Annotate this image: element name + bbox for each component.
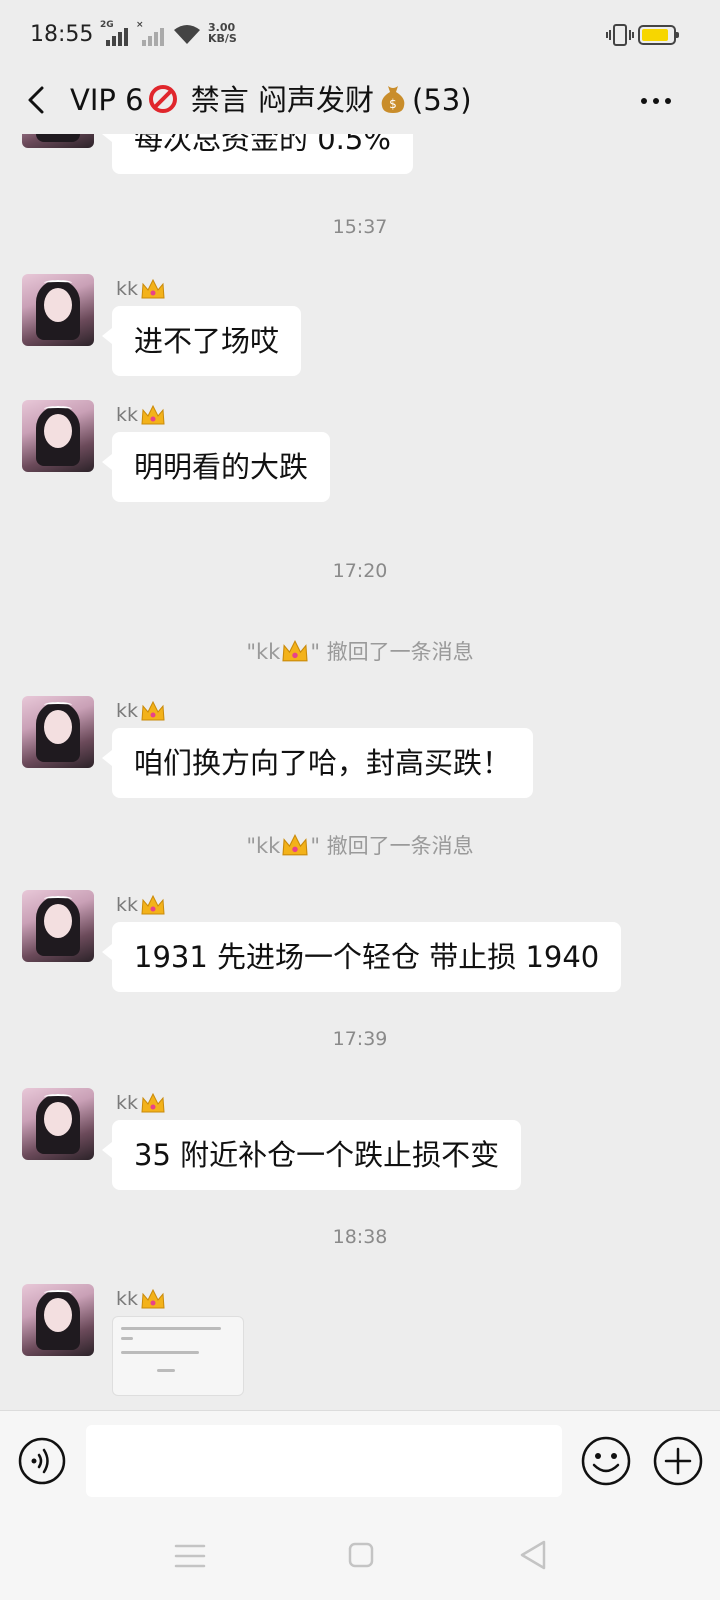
sender-name: kk bbox=[116, 404, 166, 426]
signal-2-icon: × bbox=[136, 20, 170, 48]
message-bubble[interactable]: 明明看的大跌 bbox=[101, 432, 331, 502]
crown-icon bbox=[141, 700, 165, 721]
voice-icon[interactable] bbox=[18, 1437, 66, 1485]
image-message[interactable] bbox=[112, 1316, 244, 1396]
crown-icon bbox=[282, 833, 308, 856]
timestamp: 17:39 bbox=[332, 1028, 388, 1050]
status-bar: 18:55 2G × 3.00 KB/S bbox=[0, 0, 720, 68]
status-time: 18:55 bbox=[30, 22, 94, 47]
crown-icon bbox=[282, 639, 308, 662]
avatar[interactable] bbox=[22, 1284, 94, 1356]
avatar[interactable] bbox=[22, 890, 94, 962]
avatar[interactable] bbox=[22, 400, 94, 472]
chat-title: VIP 6 禁言 闷声发财 $ (53) bbox=[70, 83, 472, 117]
more-icon[interactable] bbox=[636, 86, 676, 116]
vibrate-icon bbox=[606, 24, 634, 46]
message-bubble[interactable]: 每次总资金的 0.5% bbox=[102, 134, 413, 174]
avatar[interactable] bbox=[22, 274, 94, 346]
sender-name: kk bbox=[116, 1288, 166, 1310]
sender-name: kk bbox=[116, 894, 166, 916]
sender-name: kk bbox=[116, 278, 166, 300]
crown-icon bbox=[141, 1288, 165, 1309]
message-bubble[interactable]: 1931 先进场一个轻仓 带止损 1940 bbox=[101, 922, 622, 992]
input-bar bbox=[0, 1410, 720, 1510]
timestamp: 17:20 bbox=[332, 560, 388, 582]
message-input[interactable] bbox=[86, 1425, 562, 1497]
message-bubble[interactable]: 咱们换方向了哈，封高买跌！ bbox=[101, 728, 534, 798]
avatar[interactable] bbox=[22, 134, 94, 148]
sender-name: kk bbox=[116, 700, 166, 722]
avatar[interactable] bbox=[22, 696, 94, 768]
net-speed: 3.00 KB/S bbox=[208, 21, 237, 45]
avatar[interactable] bbox=[22, 1088, 94, 1160]
crown-icon bbox=[141, 894, 165, 915]
system-nav-bar bbox=[0, 1510, 720, 1600]
back-icon[interactable] bbox=[20, 82, 56, 118]
money-bag-icon: $ bbox=[381, 86, 405, 113]
svg-text:$: $ bbox=[389, 97, 397, 111]
message-bubble[interactable]: 进不了场哎 bbox=[101, 306, 302, 376]
crown-icon bbox=[141, 404, 165, 425]
chat-header: VIP 6 禁言 闷声发财 $ (53) bbox=[0, 68, 720, 134]
prohibited-icon bbox=[148, 85, 177, 113]
emoji-icon[interactable] bbox=[580, 1435, 632, 1487]
plus-icon[interactable] bbox=[652, 1435, 704, 1487]
back-nav-icon[interactable] bbox=[516, 1538, 550, 1572]
home-icon[interactable] bbox=[346, 1540, 376, 1570]
signal-icon: 2G bbox=[100, 20, 134, 48]
message-bubble[interactable]: 35 附近补仓一个跌止损不变 bbox=[101, 1120, 522, 1190]
recall-notice: "kk " 撤回了一条消息 bbox=[246, 639, 474, 664]
recall-notice: "kk " 撤回了一条消息 bbox=[246, 833, 474, 858]
crown-icon bbox=[141, 1092, 165, 1113]
crown-icon bbox=[141, 278, 165, 299]
timestamp: 18:38 bbox=[332, 1226, 388, 1248]
battery-icon bbox=[638, 25, 679, 45]
menu-icon[interactable] bbox=[172, 1542, 208, 1570]
wifi-icon bbox=[174, 25, 200, 44]
sender-name: kk bbox=[116, 1092, 166, 1114]
message-list[interactable]: 每次总资金的 0.5% 15:37 kk 进不了场哎 kk 明明看的大跌 17:… bbox=[0, 134, 720, 1410]
timestamp: 15:37 bbox=[332, 216, 388, 238]
